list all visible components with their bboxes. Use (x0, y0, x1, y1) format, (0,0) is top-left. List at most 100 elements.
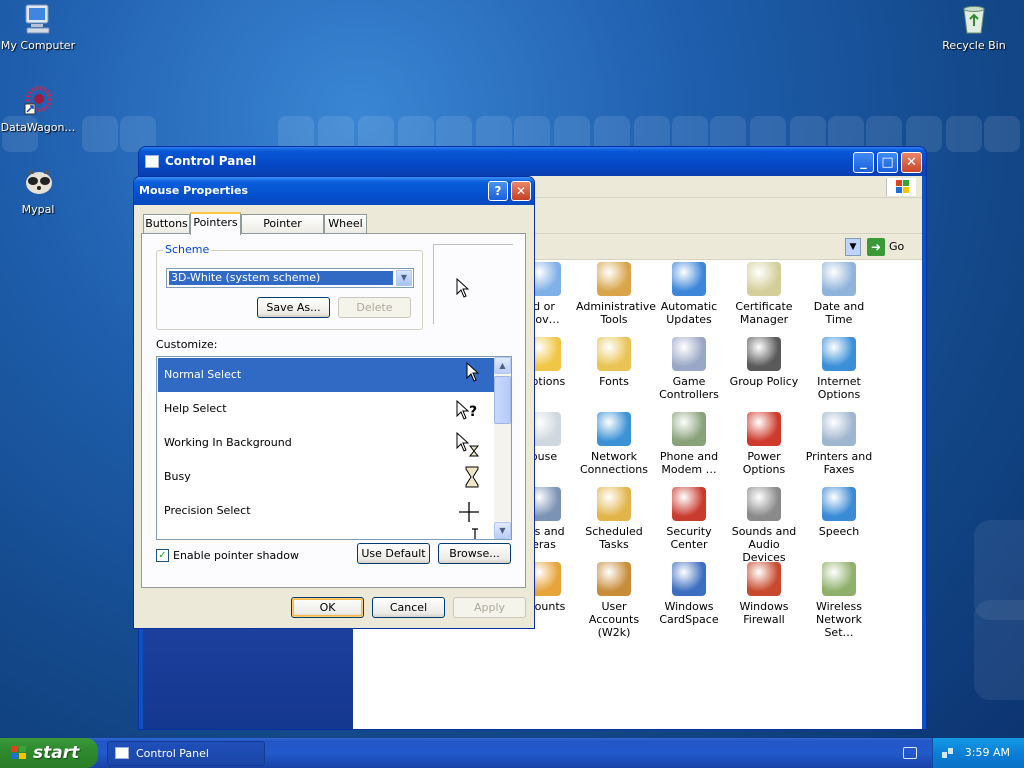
close-button[interactable]: ✕ (901, 152, 922, 173)
scheme-select[interactable]: 3D-White (system scheme) ▼ (166, 268, 414, 288)
control-panel-item[interactable]: Network Connections (576, 412, 652, 476)
address-dropdown-button[interactable]: ▼ (845, 238, 861, 256)
clock[interactable]: 3:59 AM (965, 738, 1010, 768)
tab-pointer-options[interactable]: Pointer Options (241, 214, 324, 247)
control-panel-item[interactable]: Windows CardSpace (651, 562, 727, 626)
hourglass-cursor-icon (465, 466, 479, 488)
list-item[interactable] (158, 528, 494, 539)
control-panel-item-icon (822, 412, 856, 446)
desktop-icon-label: DataWagon… (0, 121, 76, 134)
control-panel-item-label: Fonts (599, 375, 629, 388)
control-panel-item-icon (747, 487, 781, 521)
control-panel-item[interactable]: Internet Options (801, 337, 877, 401)
datawagon-icon (21, 84, 55, 118)
control-panel-item-icon (747, 562, 781, 596)
control-panel-item-label: Date and Time (813, 300, 865, 326)
cancel-button[interactable]: Cancel (372, 597, 445, 618)
taskbar-item-control-panel[interactable]: Control Panel (107, 741, 265, 766)
network-icon[interactable] (941, 746, 955, 760)
system-tray: 3:59 AM (932, 738, 1024, 768)
apply-button[interactable]: Apply (453, 597, 526, 618)
control-panel-item-label: Administrative Tools (576, 300, 657, 326)
scheme-legend: Scheme (163, 243, 212, 256)
desktop-icon-recycle-bin[interactable]: Recycle Bin (934, 2, 1014, 52)
control-panel-titlebar[interactable]: Control Panel _ □ ✕ (139, 147, 926, 176)
control-panel-item[interactable]: Certificate Manager (726, 262, 802, 326)
control-panel-item-label: Power Options (742, 450, 786, 476)
control-panel-item-label: Printers and Faxes (805, 450, 873, 476)
minimize-button[interactable]: _ (853, 152, 874, 173)
dialog-close-button[interactable]: ✕ (511, 181, 531, 201)
list-item[interactable]: Precision Select (158, 494, 494, 528)
desktop-icon-my-computer[interactable]: My Computer (0, 2, 78, 52)
control-panel-item-label: User Accounts (W2k) (588, 600, 640, 639)
start-button[interactable]: start (0, 738, 98, 768)
check-icon[interactable]: ✓ (156, 549, 169, 562)
ok-button[interactable]: OK (291, 597, 364, 618)
scroll-thumb[interactable] (494, 376, 511, 424)
control-panel-item[interactable]: Security Center (651, 487, 727, 551)
pointer-list[interactable]: Normal Select Help Select ? Working In B… (156, 356, 512, 540)
control-panel-item-icon (597, 337, 631, 371)
desktop-icon-mypal[interactable]: Mypal (0, 166, 78, 216)
desktop-icon-datawagon[interactable]: DataWagon… (0, 84, 78, 134)
control-panel-item-icon (747, 337, 781, 371)
raccoon-icon (21, 166, 55, 200)
scheme-group: Scheme 3D-White (system scheme) ▼ Save A… (156, 243, 423, 330)
save-as-button[interactable]: Save As... (257, 297, 330, 318)
tab-buttons[interactable]: Buttons (143, 214, 190, 233)
desktop-icon-label: My Computer (0, 39, 76, 52)
delete-button[interactable]: Delete (338, 297, 411, 318)
control-panel-item-label: Phone and Modem … (659, 450, 719, 476)
control-panel-item[interactable]: Sounds and Audio Devices (726, 487, 802, 564)
scroll-up-button[interactable]: ▲ (494, 357, 511, 374)
list-item[interactable]: Normal Select (158, 358, 494, 392)
mouse-properties-dialog: Mouse Properties ? ✕ Buttons Pointers Po… (133, 176, 535, 629)
control-panel-item-icon (597, 412, 631, 446)
control-panel-item[interactable]: Scheduled Tasks (576, 487, 652, 551)
browse-button[interactable]: Browse... (438, 543, 511, 564)
taskbar-item-label: Control Panel (136, 747, 209, 760)
control-panel-item[interactable]: Wireless Network Set… (801, 562, 877, 639)
computer-icon (21, 2, 55, 36)
control-panel-item[interactable]: Phone and Modem … (651, 412, 727, 476)
customize-label: Customize: (156, 338, 218, 351)
control-panel-item[interactable]: Fonts (576, 337, 652, 388)
pointer-list-scrollbar[interactable]: ▲ ▼ (494, 357, 511, 539)
control-panel-item-icon (672, 262, 706, 296)
control-panel-item-icon (672, 412, 706, 446)
help-button[interactable]: ? (488, 181, 508, 201)
chevron-down-icon[interactable]: ▼ (396, 270, 412, 286)
control-panel-item-label: Network Connections (580, 450, 648, 476)
control-panel-item[interactable]: Power Options (726, 412, 802, 476)
keyboard-icon[interactable] (903, 747, 917, 759)
control-panel-item-icon (822, 262, 856, 296)
control-panel-item[interactable]: Printers and Faxes (801, 412, 877, 476)
control-panel-item[interactable]: Speech (801, 487, 877, 538)
control-panel-item[interactable]: Group Policy (726, 337, 802, 388)
windows-flag-icon (11, 746, 26, 759)
window-title: Control Panel (165, 154, 257, 168)
control-panel-item[interactable]: User Accounts (W2k) (576, 562, 652, 639)
control-panel-item[interactable]: Game Controllers (651, 337, 727, 401)
enable-pointer-shadow-checkbox[interactable]: ✓ Enable pointer shadow (156, 549, 299, 562)
control-panel-item[interactable]: Windows Firewall (726, 562, 802, 626)
list-item[interactable]: Busy (158, 460, 494, 494)
tab-pointers[interactable]: Pointers (190, 212, 241, 235)
dialog-titlebar[interactable]: Mouse Properties ? ✕ (134, 177, 534, 205)
svg-text:?: ? (469, 404, 477, 420)
go-button[interactable]: ➜ Go (867, 238, 904, 256)
control-panel-item-label: Scheduled Tasks (585, 525, 643, 551)
scroll-down-button[interactable]: ▼ (494, 522, 511, 539)
list-item[interactable]: Working In Background (158, 426, 494, 460)
control-panel-item[interactable]: Automatic Updates (651, 262, 727, 326)
maximize-button[interactable]: □ (877, 152, 898, 173)
control-panel-item[interactable]: Administrative Tools (576, 262, 657, 326)
use-default-button[interactable]: Use Default (357, 543, 430, 564)
control-panel-item-icon (747, 412, 781, 446)
tab-wheel[interactable]: Wheel (324, 214, 367, 233)
control-panel-item[interactable]: Date and Time (801, 262, 877, 326)
control-panel-item-label: Sounds and Audio Devices (731, 525, 797, 564)
scheme-select-value: 3D-White (system scheme) (169, 271, 393, 285)
list-item[interactable]: Help Select ? (158, 392, 494, 426)
